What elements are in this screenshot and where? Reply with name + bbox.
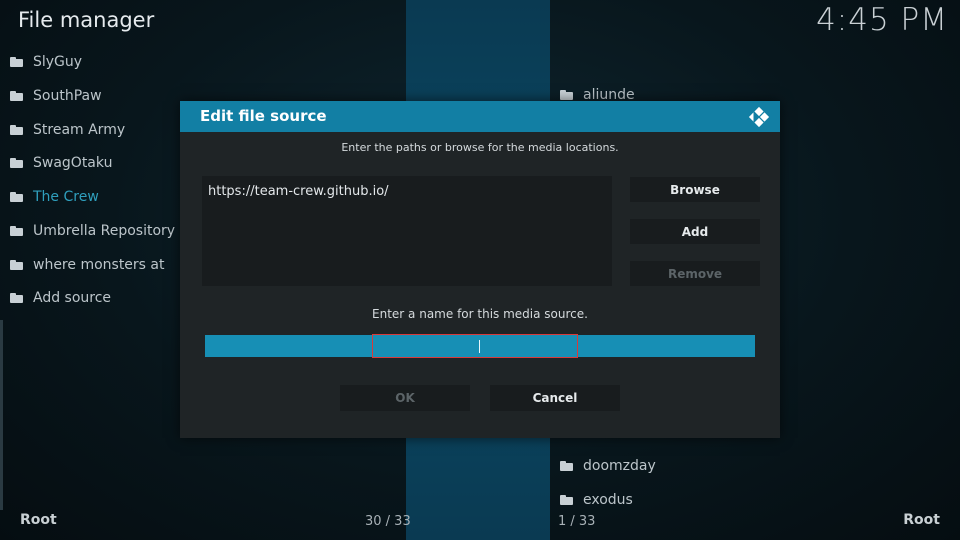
edit-file-source-dialog: Edit file source Enter the paths or brow… (180, 101, 780, 438)
folder-icon (10, 260, 23, 270)
path-entry[interactable]: https://team-crew.github.io/ (208, 184, 389, 199)
list-item-label: where monsters at (33, 257, 165, 273)
remove-button[interactable]: Remove (630, 261, 760, 286)
left-footer-count: 30 / 33 (365, 514, 411, 529)
folder-icon (10, 125, 23, 135)
list-item-label: doomzday (583, 458, 656, 474)
folder-icon (560, 495, 573, 505)
clock: 4:45 PM (816, 2, 948, 38)
right-footer-location: Root (903, 512, 940, 528)
kodi-logo-icon (748, 106, 770, 128)
ok-button[interactable]: OK (340, 385, 470, 411)
list-item-label: Umbrella Repository (33, 223, 176, 239)
name-instruction: Enter a name for this media source. (372, 307, 588, 321)
right-list-item[interactable]: doomzday (560, 451, 656, 481)
folder-icon (10, 91, 23, 101)
cancel-button[interactable]: Cancel (490, 385, 620, 411)
add-button[interactable]: Add (630, 219, 760, 244)
add-source-item[interactable]: Add source (10, 281, 111, 315)
folder-icon (560, 461, 573, 471)
page-title: File manager (18, 8, 155, 32)
right-footer-count: 1 / 33 (558, 514, 596, 529)
source-name-input[interactable] (372, 334, 578, 358)
left-footer-location: Root (20, 512, 57, 528)
list-item-label: Add source (33, 290, 112, 306)
list-item-label: SlyGuy (33, 54, 83, 70)
list-item-label: exodus (583, 492, 633, 508)
left-list-item[interactable]: Stream Army (10, 113, 125, 147)
right-list-item[interactable]: exodus (560, 485, 633, 515)
folder-icon (10, 192, 23, 202)
list-item-label: The Crew (33, 189, 99, 205)
folder-icon (10, 293, 23, 303)
left-list-item[interactable]: SwagOtaku (10, 146, 112, 180)
list-item-label: SouthPaw (33, 88, 102, 104)
browse-button[interactable]: Browse (630, 177, 760, 202)
folder-icon (10, 226, 23, 236)
folder-icon (560, 90, 573, 100)
list-item-label: SwagOtaku (33, 155, 113, 171)
left-list-item[interactable]: Umbrella Repository (10, 214, 175, 248)
dialog-title: Edit file source (200, 107, 327, 125)
folder-icon (10, 57, 23, 67)
list-item-label: Stream Army (33, 122, 126, 138)
text-caret (479, 340, 480, 353)
left-list-item-selected[interactable]: The Crew (10, 180, 99, 214)
left-list-item[interactable]: SlyGuy (10, 45, 82, 79)
folder-icon (10, 158, 23, 168)
paths-list[interactable]: https://team-crew.github.io/ (202, 176, 612, 286)
dialog-header: Edit file source (180, 101, 780, 132)
left-list-item[interactable]: SouthPaw (10, 79, 102, 113)
left-scrollbar[interactable] (0, 320, 3, 510)
paths-instruction: Enter the paths or browse for the media … (341, 141, 619, 154)
left-list-item[interactable]: where monsters at (10, 248, 165, 282)
